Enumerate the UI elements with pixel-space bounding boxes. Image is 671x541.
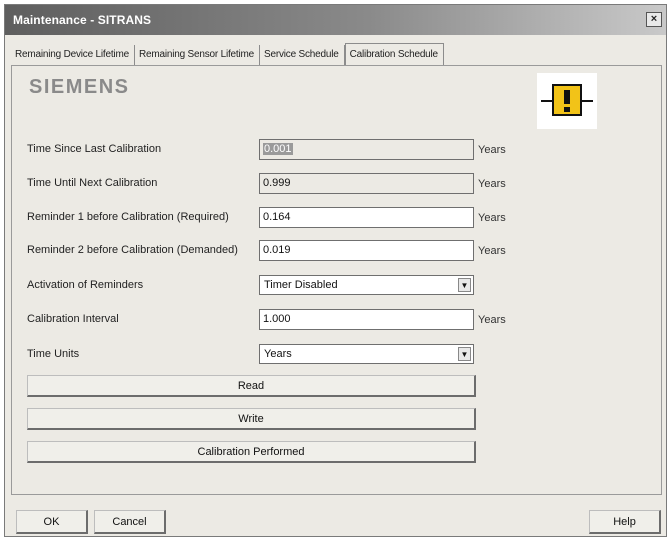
time-until-field[interactable]: 0.999 (259, 173, 474, 194)
activation-label: Activation of Reminders (27, 279, 144, 291)
time-since-unit: Years (478, 144, 506, 156)
help-button[interactable]: Help (589, 510, 661, 534)
chevron-down-icon[interactable]: ▼ (458, 278, 471, 292)
maintenance-required-icon (537, 73, 597, 129)
reminder2-input[interactable]: 0.019 (259, 240, 474, 261)
write-button[interactable]: Write (27, 408, 476, 430)
calibration-performed-button[interactable]: Calibration Performed (27, 441, 476, 463)
interval-unit: Years (478, 314, 506, 326)
interval-input[interactable]: 1.000 (259, 309, 474, 330)
tab-service-schedule[interactable]: Service Schedule (260, 45, 345, 65)
time-since-field[interactable]: 0.001 (259, 139, 474, 160)
close-button[interactable]: × (646, 12, 662, 27)
window-title: Maintenance - SITRANS (13, 13, 152, 27)
time-until-label: Time Until Next Calibration (27, 177, 158, 189)
tab-remaining-device-lifetime[interactable]: Remaining Device Lifetime (11, 45, 135, 65)
chevron-down-icon[interactable]: ▼ (458, 347, 471, 361)
title-bar[interactable]: Maintenance - SITRANS × (5, 5, 666, 35)
siemens-logo: SIEMENS (29, 76, 130, 98)
interval-label: Calibration Interval (27, 313, 119, 325)
tab-strip: Remaining Device Lifetime Remaining Sens… (11, 43, 444, 65)
tab-calibration-schedule[interactable]: Calibration Schedule (344, 43, 444, 65)
tab-remaining-sensor-lifetime[interactable]: Remaining Sensor Lifetime (135, 45, 261, 65)
reminder2-label: Reminder 2 before Calibration (Demanded) (27, 244, 238, 256)
read-button[interactable]: Read (27, 375, 476, 397)
time-units-selected-value: Years (264, 348, 292, 360)
calibration-schedule-panel: SIEMENS Time Since Last Calibration 0.00… (11, 65, 662, 495)
time-units-label: Time Units (27, 348, 80, 360)
reminder1-input[interactable]: 0.164 (259, 207, 474, 228)
maintenance-dialog: Maintenance - SITRANS × Remaining Device… (4, 4, 667, 537)
time-units-select[interactable]: Years ▼ (259, 344, 474, 364)
reminder1-unit: Years (478, 212, 506, 224)
cancel-button[interactable]: Cancel (94, 510, 166, 534)
reminder2-unit: Years (478, 245, 506, 257)
time-until-unit: Years (478, 178, 506, 190)
activation-select[interactable]: Timer Disabled ▼ (259, 275, 474, 295)
activation-selected-value: Timer Disabled (264, 279, 338, 291)
reminder1-label: Reminder 1 before Calibration (Required) (27, 211, 229, 223)
ok-button[interactable]: OK (16, 510, 88, 534)
time-since-value: 0.001 (263, 143, 293, 155)
time-since-label: Time Since Last Calibration (27, 143, 162, 155)
